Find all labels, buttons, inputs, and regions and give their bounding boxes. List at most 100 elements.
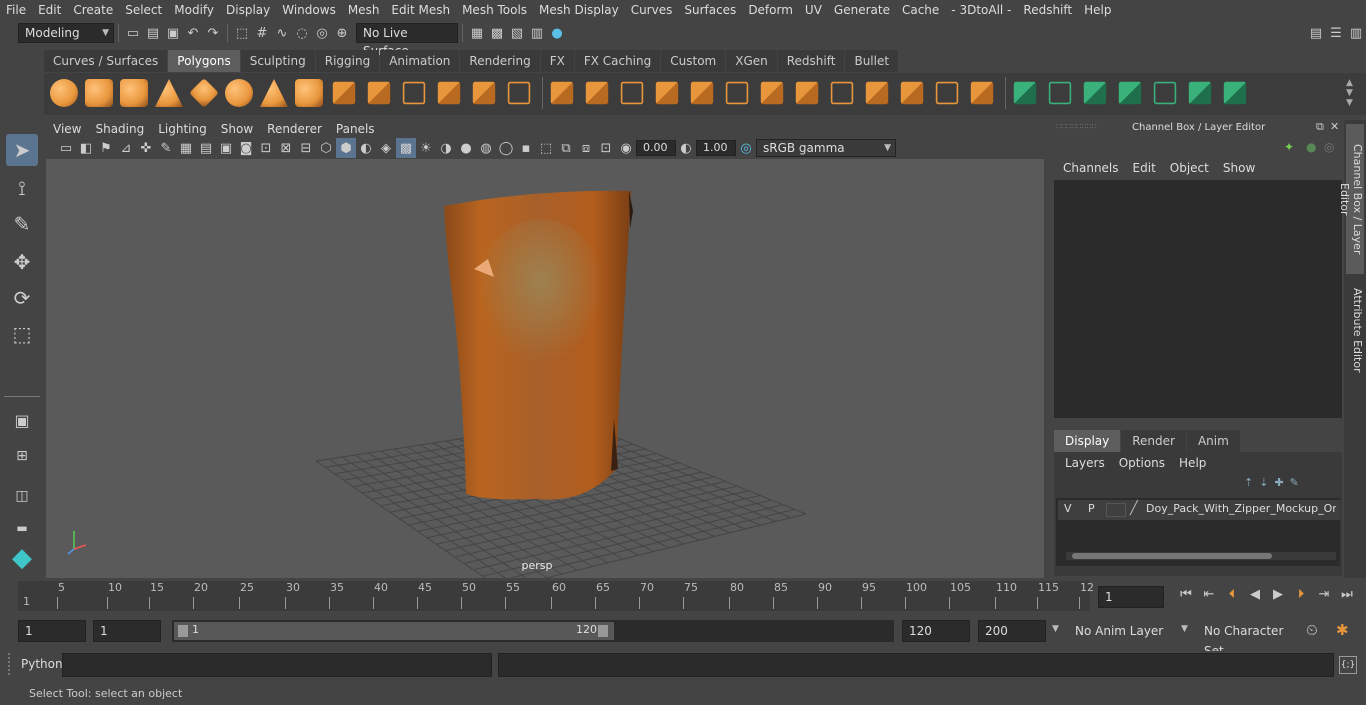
duplicate-icon[interactable]	[865, 81, 889, 105]
motion-blur-icon[interactable]: ◍	[476, 138, 496, 158]
use-default-material-icon[interactable]: ◐	[356, 138, 376, 158]
tab-rigging[interactable]: Rigging	[315, 50, 380, 72]
target-weld-icon[interactable]	[725, 81, 749, 105]
sew-uv-icon[interactable]	[1083, 81, 1107, 105]
ambient-occlusion-icon[interactable]: ●	[456, 138, 476, 158]
menu-surfaces[interactable]: Surfaces	[678, 0, 742, 20]
end-time-field[interactable]: 200	[978, 620, 1046, 642]
auto-key-icon[interactable]: ⏲	[1306, 621, 1318, 639]
channel-box-toggle-icon[interactable]: ▥	[1346, 23, 1366, 43]
cylinder-icon[interactable]	[120, 79, 148, 107]
channel-box-menu-show[interactable]: Show	[1216, 161, 1262, 175]
pyramid-icon[interactable]	[260, 79, 288, 107]
gamma-icon[interactable]: ◐	[676, 138, 696, 158]
play-backwards-icon[interactable]: ◀	[1245, 584, 1265, 604]
range-bar[interactable]: 1 120	[172, 620, 894, 642]
menu-3dtoall[interactable]: - 3DtoAll -	[945, 0, 1017, 20]
new-empty-layer-icon[interactable]: ✚	[1274, 476, 1283, 489]
go-to-end-icon[interactable]: ⏭	[1337, 584, 1357, 604]
tab-fx-caching[interactable]: FX Caching	[574, 50, 661, 72]
gate-mask-icon[interactable]: ◙	[236, 138, 256, 158]
fill-hole-icon[interactable]	[620, 81, 644, 105]
anim-prefs-icon[interactable]: ✱	[1336, 621, 1349, 639]
color-space-dropdown[interactable]: sRGB gamma ▼	[756, 139, 896, 157]
range-start-grip[interactable]	[178, 625, 188, 637]
menu-help[interactable]: Help	[1078, 0, 1117, 20]
menu-windows[interactable]: Windows	[276, 0, 342, 20]
layer-menu-options[interactable]: Options	[1112, 456, 1172, 470]
exposure-icon[interactable]: ◉	[616, 138, 636, 158]
manipulator-icon[interactable]: ✦	[1284, 140, 1294, 154]
viewport-menu-view[interactable]: View	[46, 122, 88, 136]
edge-loop-icon[interactable]	[760, 81, 784, 105]
sphere-icon[interactable]	[50, 79, 78, 107]
close-icon[interactable]: ✕	[1330, 120, 1339, 133]
menu-mesh-display[interactable]: Mesh Display	[533, 0, 625, 20]
tab-animation[interactable]: Animation	[380, 50, 460, 72]
tab-fx[interactable]: FX	[540, 50, 574, 72]
combine-icon[interactable]	[332, 81, 356, 105]
wireframe-icon[interactable]: ⬡	[316, 138, 336, 158]
grip-icon[interactable]: ∷∷∷∷∷∷∷∷	[1056, 122, 1116, 134]
chevron-down-icon[interactable]: ▼	[1052, 624, 1059, 634]
viewport-menu-lighting[interactable]: Lighting	[151, 122, 214, 136]
bridge-icon[interactable]	[507, 81, 531, 105]
anim-layer-dropdown[interactable]: No Anim Layer	[1068, 620, 1174, 642]
new-layer-selected-icon[interactable]: ✎	[1290, 476, 1299, 489]
menu-edit-mesh[interactable]: Edit Mesh	[385, 0, 456, 20]
pipe-icon[interactable]	[295, 79, 323, 107]
isolate-select-icon[interactable]: ⬚	[536, 138, 556, 158]
2d-pan-zoom-icon[interactable]: ✜	[136, 138, 156, 158]
doy-pack-mesh[interactable]	[444, 190, 633, 500]
depth-of-field-icon[interactable]: ▪	[516, 138, 536, 158]
gamma-field[interactable]: 1.00	[696, 140, 736, 156]
snap-grid-icon[interactable]: #	[252, 23, 272, 43]
rotate-tool-icon[interactable]: ⟳	[6, 282, 38, 314]
hypershade-icon[interactable]: ●	[547, 23, 567, 43]
mirror-icon[interactable]	[830, 81, 854, 105]
move-layer-down-icon[interactable]: ⇣	[1259, 476, 1268, 489]
cut-uv-icon[interactable]	[1118, 81, 1142, 105]
auto-uv-icon[interactable]	[970, 81, 994, 105]
resolution-gate-icon[interactable]: ▣	[216, 138, 236, 158]
four-view-icon[interactable]: ⊞	[6, 440, 38, 472]
tab-anim[interactable]: Anim	[1186, 430, 1240, 452]
select-tool-icon[interactable]: ➤	[6, 134, 38, 166]
menu-modify[interactable]: Modify	[168, 0, 220, 20]
range-end-grip[interactable]	[598, 625, 608, 637]
layer-menu-help[interactable]: Help	[1172, 456, 1213, 470]
render-settings-icon[interactable]: ▥	[527, 23, 547, 43]
safe-title-icon[interactable]: ⊟	[296, 138, 316, 158]
boolean-icon[interactable]	[472, 81, 496, 105]
layer-scrollbar[interactable]	[1066, 552, 1336, 560]
layer-menu-layers[interactable]: Layers	[1058, 456, 1112, 470]
outliner-layout-icon[interactable]: ▬	[6, 512, 38, 544]
snap-live-icon[interactable]: ⊕	[332, 23, 352, 43]
smooth-shade-icon[interactable]: ⬢	[336, 138, 356, 158]
viewport-menu-show[interactable]: Show	[214, 122, 260, 136]
render-view-icon[interactable]: ▦	[467, 23, 487, 43]
unfold-icon[interactable]	[1013, 81, 1037, 105]
smooth-icon[interactable]	[402, 81, 426, 105]
bookmark-icon[interactable]: ⚑	[96, 138, 116, 158]
xray-components-icon[interactable]: ⊡	[596, 138, 616, 158]
live-surface-field[interactable]: No Live Surface	[356, 23, 458, 58]
playback-start-field[interactable]: 1	[93, 620, 161, 642]
menu-file[interactable]: File	[0, 0, 32, 20]
image-plane-icon[interactable]: ⊿	[116, 138, 136, 158]
chevron-down-icon[interactable]: ▼	[1181, 624, 1188, 634]
layer-row[interactable]: V P ╱ Doy_Pack_With_Zipper_Mockup_Orange	[1058, 500, 1340, 520]
layer-visibility-toggle[interactable]: V	[1064, 502, 1072, 515]
mode-dropdown[interactable]: Modeling ▼	[18, 23, 114, 43]
xray-icon[interactable]: ⧉	[556, 138, 576, 158]
single-view-icon[interactable]: ▣	[6, 404, 38, 436]
go-to-start-icon[interactable]: ⏮	[1176, 584, 1196, 604]
speed-icon[interactable]: ●	[1306, 140, 1316, 154]
range-handle[interactable]: 1 120	[174, 622, 614, 640]
plane-icon[interactable]	[189, 78, 219, 108]
tab-channel-box[interactable]: Channel Box / Layer Editor	[1338, 124, 1364, 274]
menu-redshift[interactable]: Redshift	[1017, 0, 1078, 20]
play-forwards-icon[interactable]: ▶	[1268, 584, 1288, 604]
textured-icon[interactable]: ▩	[396, 138, 416, 158]
torus-icon[interactable]	[225, 79, 253, 107]
